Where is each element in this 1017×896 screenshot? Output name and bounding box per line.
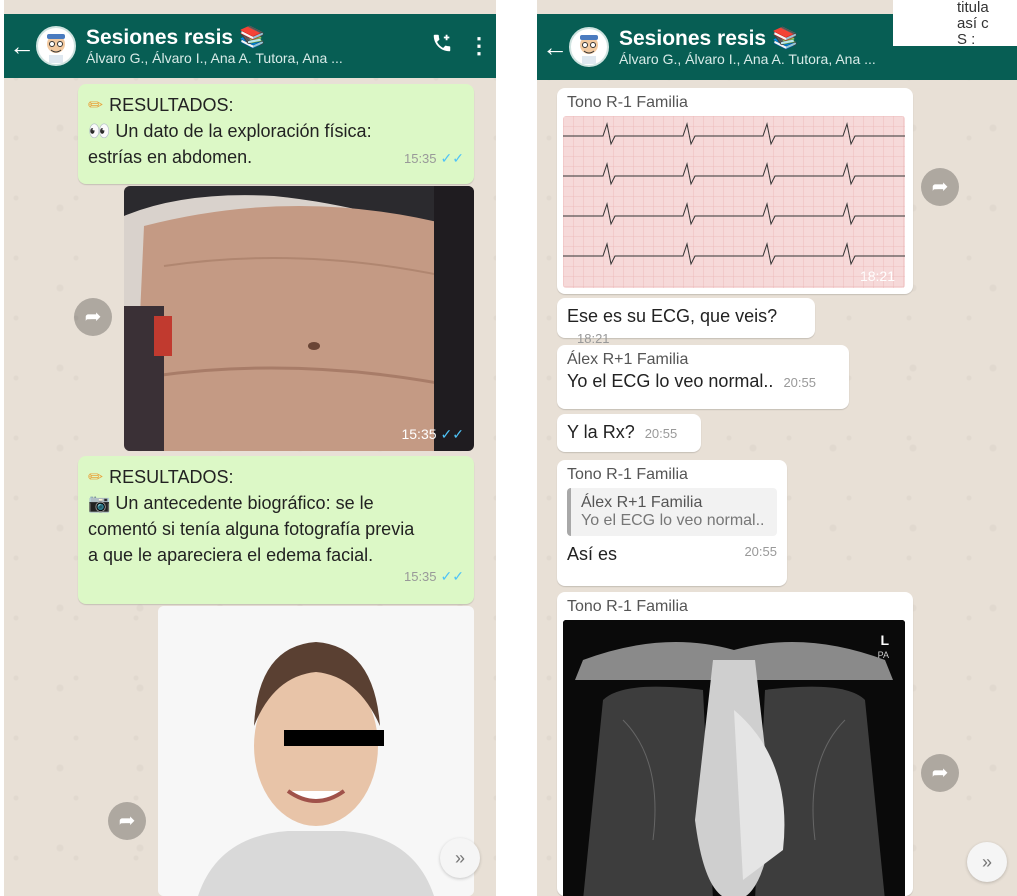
reply-message-bubble[interactable]: Tono R-1 Familia Álex R+1 Familia Yo el … — [557, 460, 787, 586]
message-text: 👀 Un dato de la exploración física: — [88, 121, 372, 141]
face-image — [158, 606, 474, 896]
abdomen-photo[interactable]: 15:35 ✓✓ — [124, 186, 474, 451]
message-text: estrías en abdomen. 15:35 ✓✓ — [88, 144, 464, 170]
group-avatar[interactable] — [36, 26, 76, 66]
message-bubble-results-2[interactable]: ✏ RESULTADOS: 📷 Un antecedente biográfico… — [78, 456, 474, 604]
chat-title: Sesiones resis 📚 — [86, 26, 266, 49]
message-meta: 15:35 ✓✓ — [403, 150, 464, 166]
read-ticks-icon: ✓✓ — [440, 150, 464, 166]
quoted-sender: Álex R+1 Familia — [581, 494, 703, 511]
snippet-text: S : — [957, 31, 976, 48]
message-text: Ese es su ECG, que veis? — [567, 306, 778, 326]
abdomen-image — [124, 186, 474, 451]
read-ticks-icon: ✓✓ — [440, 568, 464, 584]
forward-icon[interactable]: ➦ — [74, 298, 112, 336]
message-time: 20:55 — [644, 426, 678, 441]
photo-timestamp: 15:35 ✓✓ — [401, 426, 464, 442]
left-chat-screen: ← Sesiones resis 📚 Álvaro G., Álvaro I.,… — [4, 0, 496, 896]
forward-icon[interactable]: ➦ — [921, 754, 959, 792]
message-time: 18:21 — [577, 331, 610, 346]
overlay-snippet: titula así c S : — [893, 0, 1017, 48]
scroll-down-icon[interactable]: » — [967, 842, 1007, 882]
chat-members: Álvaro G., Álvaro I., Ana A. Tutora, Ana… — [619, 51, 876, 67]
quoted-text: Yo el ECG lo veo normal.. — [581, 512, 765, 529]
ecg-trace — [563, 116, 905, 288]
message-text: comentó si tenía alguna fotografía previ… — [88, 519, 415, 539]
chest-xray — [563, 620, 905, 896]
forward-icon[interactable]: ➦ — [921, 168, 959, 206]
books-icon: 📚 — [238, 26, 266, 49]
message-header: ✏ RESULTADOS: — [88, 95, 234, 115]
snippet-text: titula — [957, 0, 989, 16]
phone-plus-icon — [433, 34, 451, 52]
message-time: 20:55 — [783, 375, 816, 390]
message-sender: Tono R-1 Familia — [567, 466, 688, 483]
photo-timestamp: 18:21 — [859, 268, 895, 284]
doctor-avatar-icon — [39, 29, 73, 63]
xray-view-marker: PA — [877, 650, 889, 660]
xray-image: L PA — [563, 620, 905, 896]
screenshot-divider — [500, 0, 530, 896]
message-text: Así es — [567, 544, 618, 564]
overflow-menu-icon[interactable]: ⋮ — [462, 33, 496, 59]
ecg-image: 18:21 — [563, 116, 905, 288]
message-sender: Tono R-1 Familia — [567, 94, 688, 111]
group-avatar[interactable] — [569, 27, 609, 67]
quoted-message[interactable]: Álex R+1 Familia Yo el ECG lo veo normal… — [567, 488, 777, 536]
back-arrow-icon[interactable]: ← — [8, 31, 36, 62]
message-header: ✏ RESULTADOS: — [88, 467, 234, 487]
forward-icon[interactable]: ➦ — [108, 802, 146, 840]
message-bubble[interactable]: Álex R+1 Familia Yo el ECG lo veo normal… — [557, 345, 849, 409]
pencil-icon: ✏ — [88, 95, 104, 115]
message-sender: Tono R-1 Familia — [567, 598, 688, 615]
books-icon: 📚 — [771, 27, 799, 50]
right-chat-screen: ← Sesiones resis 📚 Álvaro G., Álvaro I.,… — [537, 0, 1017, 896]
message-time: 20:55 — [744, 544, 777, 559]
message-text: a que le apareciera el edema facial. — [88, 545, 374, 565]
message-bubble-results-1[interactable]: ✏ RESULTADOS: 👀 Un dato de la exploración… — [78, 84, 474, 184]
chat-members: Álvaro G., Álvaro I., Ana A. Tutora, Ana… — [86, 50, 343, 66]
doctor-avatar-icon — [572, 30, 606, 64]
back-arrow-icon[interactable]: ← — [541, 32, 569, 63]
pencil-icon: ✏ — [88, 467, 104, 487]
message-text: Yo el ECG lo veo normal.. — [567, 371, 774, 391]
message-text: 📷 Un antecedente biográfico: se le — [88, 493, 374, 513]
eyes-icon: 👀 — [88, 121, 116, 141]
xray-side-marker: L — [880, 632, 889, 648]
add-call-icon[interactable] — [422, 32, 462, 60]
ecg-message[interactable]: Tono R-1 Familia 18:21 — [557, 88, 913, 294]
message-sender: Álex R+1 Familia — [567, 351, 689, 368]
message-bubble[interactable]: Y la Rx? 20:55 — [557, 414, 701, 452]
message-text: Y la Rx? — [567, 422, 635, 442]
chat-app-bar: ← Sesiones resis 📚 Álvaro G., Álvaro I.,… — [4, 14, 496, 78]
chat-titles[interactable]: Sesiones resis 📚 Álvaro G., Álvaro I., A… — [86, 26, 422, 66]
camera-icon: 📷 — [88, 493, 116, 513]
face-photo[interactable] — [158, 606, 474, 896]
message-meta: 15:35 ✓✓ — [403, 568, 464, 584]
xray-message[interactable]: Tono R-1 Familia L PA — [557, 592, 913, 896]
scroll-down-icon[interactable]: » — [440, 838, 480, 878]
message-bubble[interactable]: Ese es su ECG, que veis? 18:21 — [557, 298, 815, 346]
snippet-text: así c — [957, 15, 989, 32]
